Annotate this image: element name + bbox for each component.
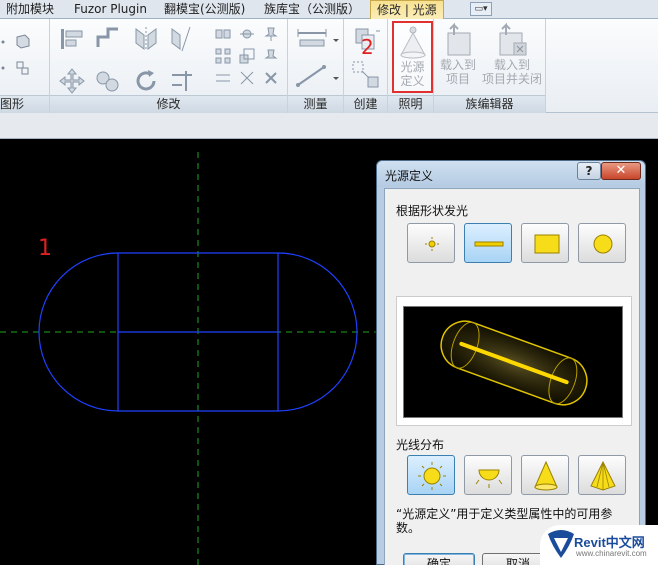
copy-icon[interactable] (94, 67, 122, 95)
scale-icon[interactable] (238, 47, 256, 65)
load-into-project-label-1: 载入到 (439, 58, 476, 72)
load-into-project-button[interactable]: 载入到 项目 (436, 21, 480, 95)
dimension-icon[interactable] (294, 63, 330, 89)
panel-label-geometry[interactable]: 图形 (0, 95, 49, 113)
shape-circle-button[interactable] (578, 223, 626, 263)
split-element-icon[interactable] (214, 25, 232, 43)
join-geometry-icon[interactable] (14, 33, 32, 51)
panel-label-lighting[interactable]: 照明 (388, 95, 433, 113)
load-into-project-label-2: 项目 (445, 72, 470, 86)
tab-fuzor-plugin[interactable]: Fuzor Plugin (68, 0, 153, 19)
create-group-icon[interactable] (350, 59, 382, 91)
distribution-spot-button[interactable] (521, 455, 569, 495)
load-into-project-close-label-2: 项目并关闭 (481, 72, 542, 86)
tab-zukubao[interactable]: 族库宝（公测版） (258, 0, 366, 19)
load-into-project-close-button[interactable]: 载入到 项目并关闭 (480, 21, 544, 95)
hemispherical-distribution-icon (475, 469, 503, 488)
shape-rectangle-button[interactable] (521, 223, 569, 263)
step-marker-1: 1 (38, 236, 52, 261)
spherical-distribution-icon (418, 462, 446, 490)
panel-create: 创建 (344, 19, 388, 113)
light-cone-icon (399, 26, 426, 59)
ok-button[interactable]: 确定 (403, 553, 475, 565)
dialog-titlebar[interactable]: 光源定义 ? ✕ (377, 161, 645, 187)
load-into-project-icon (447, 23, 471, 56)
panel-measure: 测量 (288, 19, 344, 113)
pin-icon[interactable] (262, 25, 280, 43)
dialog-body: 根据形状发光 光线分布 “光源定义”用于定义类型属性中的可用参数。 确定 取消 (384, 188, 640, 565)
mirror-draw-axis-icon[interactable] (168, 25, 196, 53)
light-definition-dialog: 光源定义 ? ✕ 根据形状发光 光线分布 “光源定义”用于定义类型属性中的可用参… (376, 160, 646, 565)
ribbon: 图形 修改 测量 创建 照明 光源 定义 2 载入到 项目 载入到 项目并关闭 … (0, 19, 658, 113)
tab-modify-light[interactable]: 修改 | 光源 (370, 0, 444, 20)
step-marker-2: 2 (361, 35, 374, 59)
array-icon[interactable] (214, 47, 232, 65)
light-definition-label-2: 定义 (400, 74, 425, 88)
emit-from-shape-label: 根据形状发光 (396, 204, 469, 218)
line-light-icon (474, 241, 504, 247)
offset-icon[interactable] (94, 25, 122, 53)
load-into-project-close-icon (499, 23, 527, 56)
mirror-pick-axis-icon[interactable] (132, 25, 160, 53)
spot-distribution-icon (534, 460, 558, 491)
tab-add-ins[interactable]: 附加模块 (0, 0, 60, 19)
capsule-preview-graphic (440, 320, 588, 406)
move-icon[interactable] (58, 67, 86, 95)
tab-fanmobao[interactable]: 翻模宝(公测版) (158, 0, 251, 19)
delete-icon[interactable] (262, 69, 280, 87)
light-definition-label-1: 光源 (400, 60, 425, 74)
panel-label-family-editor[interactable]: 族编辑器 (434, 95, 545, 113)
watermark: Revit中文网 www.chinarevit.com (540, 525, 658, 565)
panel-label-modify[interactable]: 修改 (50, 95, 287, 113)
panel-label-measure[interactable]: 测量 (288, 95, 343, 113)
panel-label-create[interactable]: 创建 (344, 95, 387, 113)
shape-point-button[interactable] (407, 223, 455, 263)
load-into-project-close-label-1: 载入到 (493, 58, 530, 72)
rotate-icon[interactable] (132, 67, 160, 95)
distribution-photometric-web-button[interactable] (578, 455, 626, 495)
align-icon[interactable] (58, 25, 86, 53)
split-gap-icon[interactable] (238, 25, 256, 43)
unpin-icon[interactable] (262, 47, 280, 65)
trim-multiple-icon[interactable] (214, 69, 232, 87)
circle-light-icon (593, 234, 613, 254)
light-shape-preview (403, 306, 623, 418)
panel-family-editor: 载入到 项目 载入到 项目并关闭 族编辑器 (434, 19, 546, 113)
wall-joins-icon[interactable] (14, 59, 32, 77)
dropdown-arrow-icon[interactable] (332, 31, 340, 49)
photometric-web-icon (590, 460, 616, 491)
light-distribution-label: 光线分布 (396, 438, 445, 452)
offset-multiple-icon[interactable] (238, 69, 256, 87)
shape-line-button[interactable] (464, 223, 512, 263)
trim-extend-icon[interactable] (168, 67, 196, 95)
watermark-url: www.chinarevit.com (576, 549, 647, 558)
ribbon-tab-bar: 附加模块 Fuzor Plugin 翻模宝(公测版) 族库宝（公测版） 修改 |… (0, 0, 658, 20)
close-button[interactable]: ✕ (601, 162, 641, 180)
dropdown-arrow-icon-2[interactable] (332, 69, 340, 87)
rectangle-light-icon (534, 234, 560, 254)
point-light-icon (425, 237, 439, 251)
light-definition-button[interactable]: 光源 定义 (392, 21, 433, 93)
dialog-title: 光源定义 (385, 169, 434, 183)
revit-logo-icon (548, 530, 574, 558)
measure-between-refs-icon[interactable] (294, 25, 330, 51)
options-bar (0, 113, 658, 139)
help-button[interactable]: ? (577, 162, 601, 180)
panel-geometry: 图形 (0, 19, 50, 113)
panel-modify: 修改 (50, 19, 288, 113)
ribbon-minimize-button[interactable]: ▭▾ (470, 2, 492, 16)
distribution-hemispherical-button[interactable] (464, 455, 512, 495)
distribution-spherical-button[interactable] (407, 455, 455, 495)
